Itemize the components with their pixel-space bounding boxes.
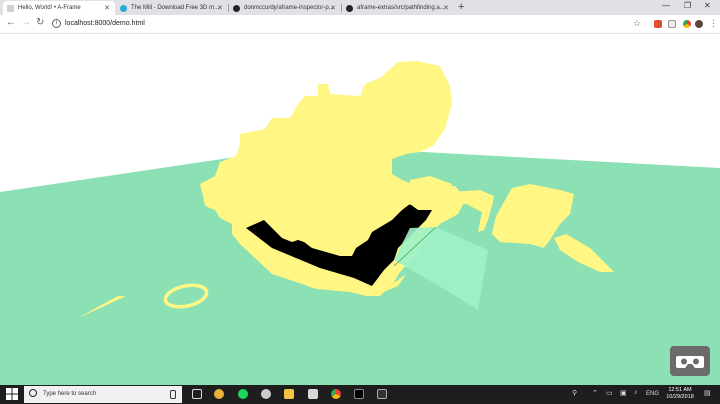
taskbar-clock[interactable]: 12:51 AM 10/29/2018: [663, 387, 697, 401]
profile-avatar[interactable]: [695, 20, 703, 28]
people-icon[interactable]: ⚲: [572, 389, 577, 397]
battery-icon[interactable]: ▭: [606, 389, 613, 397]
cortana-icon: [29, 389, 37, 398]
chrome-extension-icon[interactable]: [683, 20, 691, 28]
tab-title: aframe-extras/src/pathfinding.a...: [357, 5, 445, 11]
tab-title: Hello, World! • A-Frame: [18, 5, 81, 11]
tab-aframe-inspector[interactable]: donmccurdy/aframe-inspector-p... ✕: [229, 1, 341, 15]
tab-title: The Mill - Download Free 3D m...: [131, 5, 220, 11]
chrome-taskbar-icon[interactable]: [331, 389, 341, 399]
github-favicon-icon: [233, 4, 240, 12]
github-desktop-icon[interactable]: [261, 389, 271, 399]
spotify-icon[interactable]: [238, 389, 248, 399]
back-icon[interactable]: ←: [6, 17, 16, 28]
unity-icon[interactable]: [377, 389, 387, 399]
bookmark-star-icon[interactable]: ☆: [633, 18, 641, 29]
the-mill-favicon-icon: [120, 4, 127, 12]
aframe-scene-canvas[interactable]: [0, 34, 720, 385]
app-icon[interactable]: [308, 389, 318, 399]
address-bar[interactable]: i localhost:8000/demo.html: [52, 17, 652, 30]
close-tab-icon[interactable]: ✕: [217, 4, 223, 12]
windows-taskbar: Type here to search ⚲ ⌃ ▭ ▣ ♪ ENG 12:51 …: [0, 385, 720, 404]
search-placeholder: Type here to search: [43, 391, 97, 397]
site-info-icon[interactable]: i: [52, 18, 61, 28]
reload-icon[interactable]: ↻: [36, 17, 44, 28]
menu-icon[interactable]: ⋮: [709, 18, 718, 29]
terminal-icon[interactable]: [354, 389, 364, 399]
github-favicon-icon: [346, 4, 353, 12]
volume-icon[interactable]: ♪: [634, 389, 638, 396]
close-tab-icon[interactable]: ✕: [330, 4, 336, 12]
notifications-icon[interactable]: ▤: [704, 389, 711, 397]
windows-start-icon[interactable]: [6, 388, 18, 400]
pocket-extension-icon[interactable]: [668, 20, 676, 28]
tab-hello-world[interactable]: Hello, World! • A-Frame ✕: [3, 1, 115, 15]
browser-toolbar: ← → ↻ i localhost:8000/demo.html ☆ ⋮: [0, 15, 720, 34]
aframe-favicon-icon: [7, 4, 14, 12]
microphone-icon[interactable]: [170, 390, 176, 399]
forward-icon[interactable]: →: [21, 17, 31, 28]
show-hidden-icons[interactable]: ⌃: [592, 389, 598, 397]
scene-render: [0, 61, 720, 385]
maximize-icon[interactable]: ❐: [684, 1, 691, 10]
vr-headset-icon: [676, 356, 704, 368]
url-text: localhost:8000/demo.html: [65, 20, 145, 27]
taskbar-search-box[interactable]: Type here to search: [24, 386, 182, 403]
network-icon[interactable]: ▣: [620, 389, 627, 397]
new-tab-icon[interactable]: +: [458, 1, 464, 13]
clock-date: 10/29/2018: [666, 394, 694, 400]
tab-title: donmccurdy/aframe-inspector-p...: [244, 5, 334, 11]
language-indicator[interactable]: ENG: [646, 391, 659, 397]
minimize-icon[interactable]: —: [662, 1, 670, 10]
tab-the-mill[interactable]: The Mill - Download Free 3D m... ✕: [116, 1, 228, 15]
tab-strip: Hello, World! • A-Frame ✕ The Mill - Dow…: [0, 0, 720, 15]
clock-time: 12:51 AM: [668, 387, 692, 393]
shield-extension-icon[interactable]: [654, 20, 662, 28]
file-explorer-icon[interactable]: [284, 389, 294, 399]
close-tab-icon[interactable]: ✕: [443, 4, 449, 12]
close-tab-icon[interactable]: ✕: [104, 4, 110, 12]
tab-aframe-extras[interactable]: aframe-extras/src/pathfinding.a... ✕: [342, 1, 454, 15]
enter-vr-button[interactable]: [670, 346, 710, 376]
close-window-icon[interactable]: ✕: [704, 1, 711, 10]
task-view-icon[interactable]: [192, 389, 202, 399]
chrome-canary-icon[interactable]: [214, 389, 224, 399]
